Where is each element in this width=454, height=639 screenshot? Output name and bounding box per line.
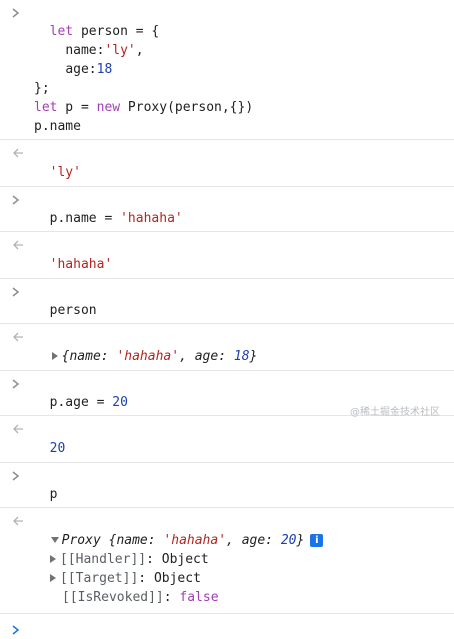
code-token: }; (34, 81, 50, 96)
code-token: p.age = (49, 395, 113, 410)
prop-value: 20 (280, 533, 297, 548)
code-token: name: (65, 43, 105, 58)
console-prompt[interactable] (0, 614, 454, 638)
tree-child-target[interactable]: [[Target]]: Object (34, 571, 201, 586)
separator: , (179, 349, 195, 364)
prop-key: age: (194, 349, 234, 364)
result-value: 'hahaha' (49, 257, 113, 272)
internal-slot-value: false (179, 590, 219, 605)
input-chevron-icon (12, 466, 26, 485)
info-icon[interactable]: i (310, 534, 324, 547)
console-result-entry: {name: 'hahaha', age: 18} (0, 324, 454, 371)
separator: : (146, 552, 162, 567)
result-arrow-icon (12, 511, 26, 530)
prop-key: name: (116, 533, 164, 548)
prompt-chevron-icon (12, 620, 26, 639)
result-arrow-icon (12, 235, 26, 254)
code-token: p.name (34, 119, 81, 134)
code-token: let (34, 100, 58, 115)
internal-slot-value: Object (161, 552, 209, 567)
internal-slot-key: [[IsRevoked]] (62, 590, 164, 605)
expand-triangle-icon[interactable] (48, 570, 58, 582)
console-result-entry: Proxy {name: 'hahaha', age: 20} i [[Handl… (0, 508, 454, 614)
result-value: 'ly' (49, 165, 81, 180)
brace: } (249, 349, 258, 364)
prop-value: 'hahaha' (116, 349, 180, 364)
watermark: @稀土掘金技术社区 (350, 407, 440, 418)
console-result-entry: 'hahaha' (0, 232, 454, 279)
result-arrow-icon (12, 143, 26, 162)
object-preview[interactable]: {name: 'hahaha', age: 18} (62, 349, 258, 364)
collapse-triangle-icon[interactable] (50, 532, 60, 543)
console-result-entry: 'ly' (0, 140, 454, 187)
code-token: 20 (112, 395, 128, 410)
console-input-entry[interactable]: person (0, 279, 454, 324)
code-token: 'ly' (104, 43, 136, 58)
internal-slot-key: [[Handler]] (60, 552, 147, 567)
console-input-entry[interactable]: p.name = 'hahaha' (0, 187, 454, 232)
code-token: person (49, 303, 97, 318)
code-token: p (49, 487, 58, 502)
result-arrow-icon (12, 327, 26, 346)
code-token: p = (57, 100, 97, 115)
code-token: person = { (73, 24, 160, 39)
code-token: age: (65, 62, 97, 77)
console-result-entry: 20 (0, 416, 454, 463)
expand-triangle-icon[interactable] (48, 551, 58, 563)
brace: } (296, 533, 305, 548)
code-token: Proxy(person,{}) (120, 100, 254, 115)
internal-slot-key: [[Target]] (60, 571, 139, 586)
separator: , (226, 533, 242, 548)
prop-key: age: (241, 533, 281, 548)
code-token: p.name = (49, 211, 121, 226)
result-value: 20 (49, 441, 66, 456)
prop-key: name: (69, 349, 117, 364)
prop-value: 'hahaha' (163, 533, 227, 548)
separator: : (163, 590, 180, 605)
input-chevron-icon (12, 3, 26, 22)
code-token: , (135, 43, 144, 58)
prop-value: 18 (233, 349, 250, 364)
result-arrow-icon (12, 419, 26, 438)
input-chevron-icon (12, 190, 26, 209)
code-token: let (49, 24, 74, 39)
proxy-preview[interactable]: Proxy {name: 'hahaha', age: 20} (62, 533, 305, 548)
brace: { (108, 533, 117, 548)
console-input-entry[interactable]: let person = { name:'ly', age:18 }; let … (0, 0, 454, 140)
code-token: 18 (96, 62, 113, 77)
separator: : (138, 571, 154, 586)
tree-child-isrevoked: [[IsRevoked]]: false (34, 590, 219, 605)
input-chevron-icon (12, 374, 26, 393)
console-input-entry[interactable]: p (0, 463, 454, 508)
expand-triangle-icon[interactable] (50, 348, 60, 360)
input-chevron-icon (12, 282, 26, 301)
internal-slot-value: Object (153, 571, 201, 586)
code-token: new (96, 100, 121, 115)
proxy-label: Proxy (61, 533, 109, 548)
code-token: 'hahaha' (120, 211, 183, 226)
tree-child-handler[interactable]: [[Handler]]: Object (34, 552, 209, 567)
